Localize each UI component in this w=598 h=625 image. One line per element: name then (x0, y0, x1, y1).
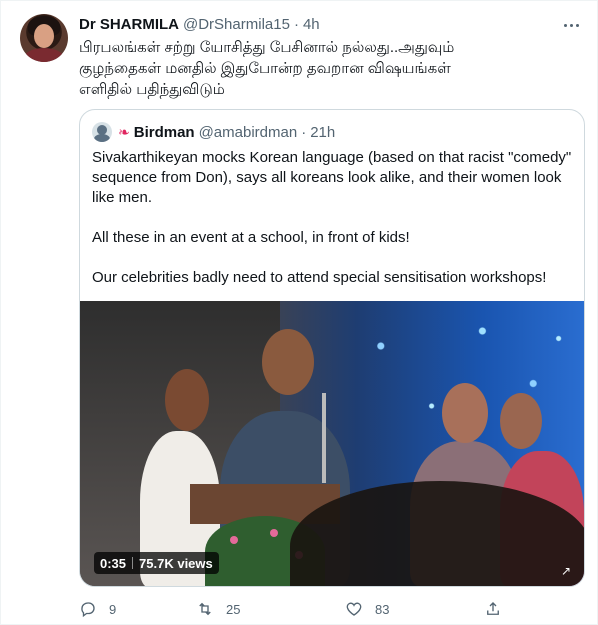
quoted-timestamp[interactable]: 21h (310, 124, 335, 141)
tweet-text-line: பிரபலங்கள் சற்று யோசித்து பேசினால் நல்லத… (79, 39, 455, 56)
tweet-text-line: குழந்தைகள் மனதில் இதுபோன்ற தவறான விஷயங்க… (79, 60, 451, 77)
reply-button[interactable]: 9 (79, 599, 116, 619)
like-button[interactable]: 83 (345, 599, 389, 619)
person-head (165, 369, 209, 431)
share-button[interactable] (484, 599, 514, 619)
flower (230, 536, 238, 544)
tweet-text: பிரபலங்கள் சற்று யோசித்து பேசினால் நல்லத… (79, 37, 579, 100)
avatar-shoulder (24, 48, 64, 62)
bird-icon: ❧ (118, 123, 130, 140)
avatar[interactable] (20, 14, 68, 62)
quoted-paragraph: Our celebrities badly need to attend spe… (92, 269, 547, 286)
expand-icon[interactable]: ↗ (558, 563, 574, 579)
person-head (442, 383, 488, 443)
tweet-timestamp[interactable]: 4h (303, 16, 320, 33)
separator-dot: · (293, 15, 299, 33)
microphone-stand (322, 393, 326, 483)
reply-icon (81, 602, 95, 618)
retweet-button[interactable]: 25 (196, 599, 240, 619)
quoted-tweet-header: ❧ Birdman @amabirdman · 21h (92, 122, 335, 142)
retweet-icon (199, 602, 211, 616)
reply-count: 9 (109, 601, 117, 617)
tweet-text-line: எளிதில் பதிந்துவிடும் (79, 81, 225, 98)
quoted-tweet-text: Sivakarthikeyan mocks Korean language (b… (92, 148, 574, 288)
retweet-count: 25 (226, 601, 241, 617)
person-head (500, 393, 542, 449)
more-icon[interactable] (561, 15, 581, 35)
video-views: 75.7K views (139, 555, 213, 571)
heart-icon (346, 602, 362, 616)
tweet-card[interactable]: Dr SHARMILA @DrSharmila15 · 4h பிரபலங்கள… (0, 0, 598, 625)
quoted-author-name[interactable]: Birdman (134, 124, 195, 141)
quoted-avatar[interactable] (92, 122, 112, 142)
share-icon (487, 602, 499, 615)
video-player[interactable]: 0:35 75.7K views ↗ (80, 301, 584, 586)
tweet-header: Dr SHARMILA @DrSharmila15 · 4h (79, 14, 320, 34)
flower (270, 529, 278, 537)
avatar-face (34, 24, 54, 48)
quoted-author-handle[interactable]: @amabirdman (199, 124, 298, 141)
separator-dot: · (301, 123, 307, 141)
video-duration: 0:35 (100, 555, 127, 571)
like-count: 83 (375, 601, 390, 617)
video-info-badge: 0:35 75.7K views (94, 552, 219, 574)
action-bar: 9 25 83 (79, 599, 509, 619)
author-handle[interactable]: @DrSharmila15 (183, 16, 290, 33)
quoted-tweet[interactable]: ❧ Birdman @amabirdman · 21h Sivakarthike… (79, 109, 585, 587)
quoted-paragraph: Sivakarthikeyan mocks Korean language (b… (92, 149, 572, 206)
quoted-paragraph: All these in an event at a school, in fr… (92, 229, 410, 246)
author-name[interactable]: Dr SHARMILA (79, 16, 179, 33)
speaker-head (262, 329, 314, 395)
badge-divider (132, 557, 134, 569)
